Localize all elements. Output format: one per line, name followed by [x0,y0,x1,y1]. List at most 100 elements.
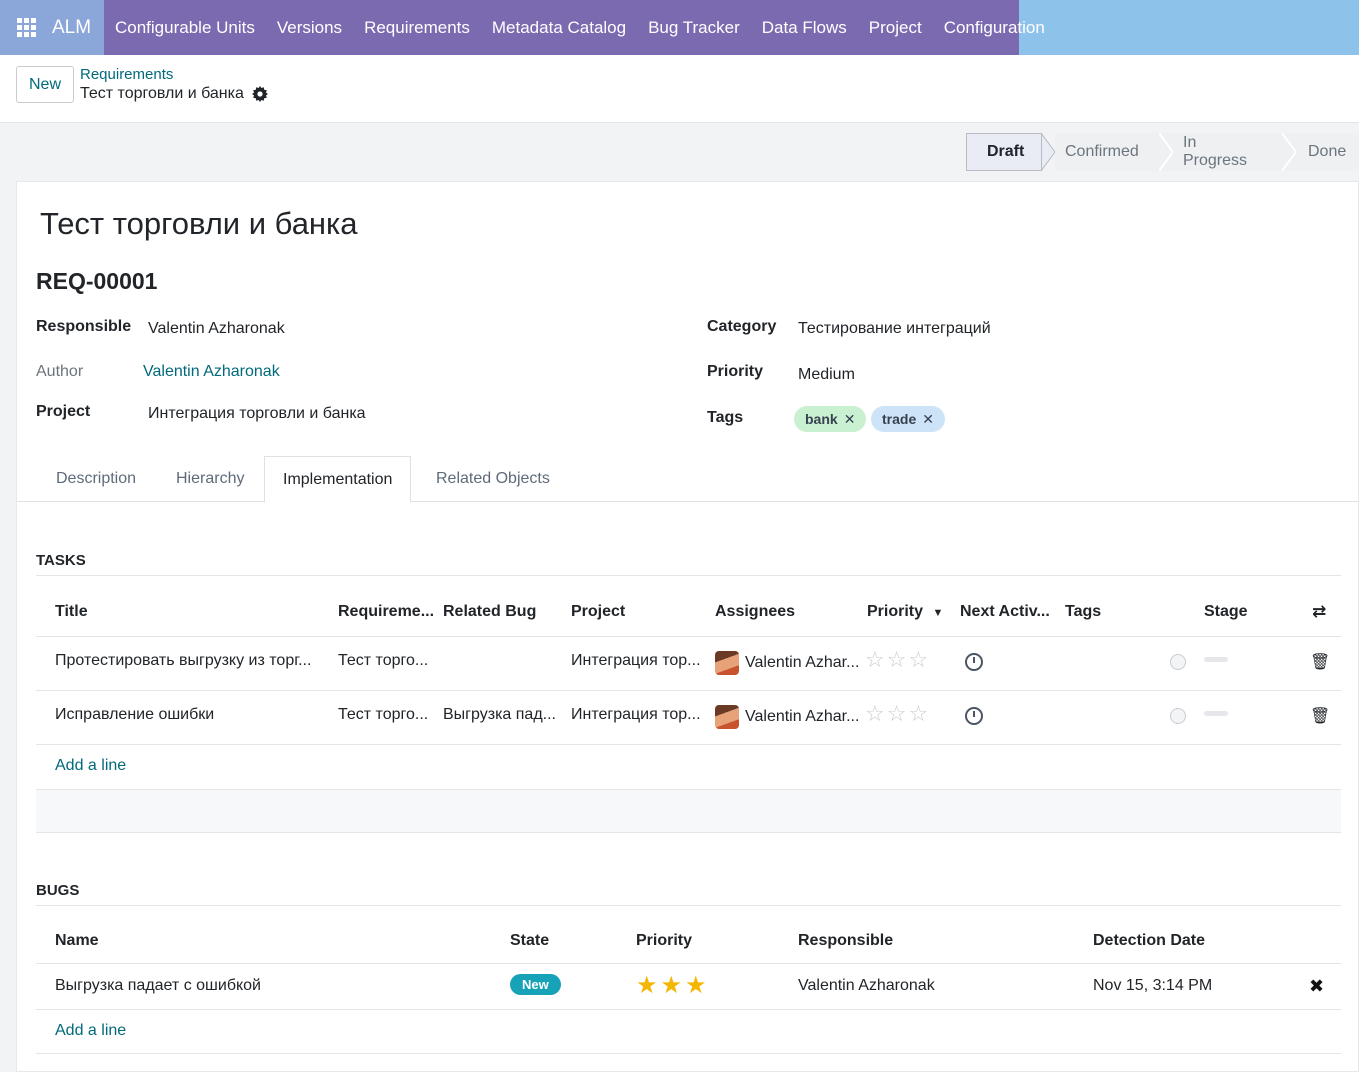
task-assignee[interactable]: Valentin Azhar... [715,651,860,675]
stage-draft[interactable]: Draft [966,133,1042,171]
column-stage[interactable]: Stage [1204,603,1248,621]
column-responsible[interactable]: Responsible [798,932,893,950]
trash-icon[interactable]: 🗑 [1310,706,1330,726]
category-label: Category [707,318,777,335]
nav-item-versions[interactable]: Versions [266,18,353,38]
kanban-state-radio[interactable] [1170,654,1186,675]
task-project: Интеграция тор... [571,652,701,669]
column-title[interactable]: Title [55,603,88,621]
nav-item-bug-tracker[interactable]: Bug Tracker [637,18,751,38]
bug-responsible: Valentin Azharonak [798,977,935,994]
nav-item-configurable-units[interactable]: Configurable Units [104,18,266,38]
task-requirement: Тест торго... [338,652,429,669]
apps-grid-icon [17,18,36,37]
add-task-line-link[interactable]: Add a line [55,757,126,775]
column-priority[interactable]: Priority ▼ [867,603,943,621]
tab-description[interactable]: Description [56,456,136,502]
tasks-heading: TASKS [36,552,1341,576]
breadcrumb-current: Тест торговли и банка [80,85,268,103]
nav-item-configuration[interactable]: Configuration [933,18,1056,38]
clock-icon[interactable] [965,707,983,730]
status-badge-label: New [510,974,561,995]
close-icon[interactable]: ✕ [922,411,934,428]
gear-icon[interactable] [251,86,268,102]
column-next-activity[interactable]: Next Activ... [960,603,1050,621]
status-bar: Draft Confirmed In Progress Done [966,133,1359,171]
app-name: ALM [52,17,92,38]
priority-field[interactable]: Medium [798,366,855,384]
nav-item-data-flows[interactable]: Data Flows [751,18,858,38]
top-navbar: ALM Configurable Units Versions Requirem… [0,0,1359,55]
priority-stars[interactable]: ☆☆☆ [865,701,930,727]
breadcrumb-requirements-link[interactable]: Requirements [80,66,173,83]
stage-in-progress-label: In Progress [1183,134,1248,169]
nav-item-requirements[interactable]: Requirements [353,18,481,38]
kanban-state-radio[interactable] [1170,708,1186,729]
stage-draft-label: Draft [987,143,1025,160]
task-title: Протестировать выгрузку из торг... [55,652,312,669]
project-field[interactable]: Интеграция торговли и банка [148,405,366,423]
priority-stars[interactable]: ★★★ [636,971,710,1000]
stage-pill [1204,649,1228,667]
table-footer [36,790,1341,833]
column-requirement[interactable]: Requireme... [338,603,434,621]
nav-item-metadata-catalog[interactable]: Metadata Catalog [481,18,637,38]
close-icon[interactable]: ✖ [1309,976,1324,997]
stage-arrow [1159,133,1173,171]
responsible-field[interactable]: Valentin Azharonak [148,320,285,338]
breadcrumb-current-label: Тест торговли и банка [80,85,244,102]
add-line-row: Add a line [36,1010,1341,1054]
tag-bank-label: bank [805,411,838,427]
column-name[interactable]: Name [55,932,99,950]
tag-trade-label: trade [882,411,917,427]
stage-in-progress[interactable]: In Progress [1173,133,1282,171]
priority-stars[interactable]: ☆☆☆ [865,647,930,673]
column-related-bug[interactable]: Related Bug [443,603,536,621]
avatar [715,651,739,675]
column-assignees[interactable]: Assignees [715,603,795,621]
column-priority[interactable]: Priority [636,932,692,950]
trash-icon[interactable]: 🗑 [1310,652,1330,672]
priority-label: Priority [707,363,764,380]
avatar [715,705,739,729]
column-project[interactable]: Project [571,603,625,621]
column-detection-date[interactable]: Detection Date [1093,932,1205,950]
table-header: Name State Priority Responsible Detectio… [36,915,1341,964]
task-related-bug: Выгрузка пад... [443,706,556,723]
record-reference: REQ-00001 [36,268,158,294]
status-badge: New [510,974,561,995]
project-label: Project [36,403,91,420]
clock-icon[interactable] [965,653,983,676]
add-bug-line-link[interactable]: Add a line [55,1022,126,1040]
table-header: Title Requireme... Related Bug Project A… [36,586,1341,637]
tab-related-objects[interactable]: Related Objects [436,456,550,502]
bug-name: Выгрузка падает с ошибкой [55,977,261,994]
responsible-label: Responsible [36,318,132,335]
nav-item-project[interactable]: Project [858,18,933,38]
column-state[interactable]: State [510,932,549,950]
form-sheet: Тест торговли и банка REQ-00001 Responsi… [16,181,1359,1072]
column-tags[interactable]: Tags [1065,603,1101,621]
column-toggle-icon[interactable]: ⇄ [1312,602,1326,622]
task-assignee[interactable]: Valentin Azhar... [715,705,860,729]
author-label: Author [36,363,84,380]
apps-menu-button[interactable]: ALM [0,0,104,55]
new-button[interactable]: New [16,66,74,103]
close-icon[interactable]: ✕ [844,411,856,428]
stage-confirmed[interactable]: Confirmed [1055,133,1159,171]
task-assignee-name: Valentin Azhar... [745,708,860,726]
tab-hierarchy[interactable]: Hierarchy [176,456,244,502]
column-priority-label: Priority [867,603,924,620]
add-line-row: Add a line [36,745,1341,790]
author-link[interactable]: Valentin Azharonak [143,363,280,381]
caret-down-icon: ▼ [932,607,944,619]
tab-implementation[interactable]: Implementation [264,456,412,503]
table-row[interactable]: Протестировать выгрузку из торг... Тест … [36,637,1341,691]
record-title[interactable]: Тест торговли и банка [40,206,358,242]
stage-done[interactable]: Done [1296,133,1359,171]
tags-label: Tags [707,409,744,426]
table-row[interactable]: Выгрузка падает с ошибкой New ★★★ Valent… [36,964,1341,1010]
category-field[interactable]: Тестирование интеграций [798,320,991,338]
bug-detection-date: Nov 15, 3:14 PM [1093,977,1213,994]
table-row[interactable]: Исправление ошибки Тест торго... Выгрузк… [36,691,1341,745]
